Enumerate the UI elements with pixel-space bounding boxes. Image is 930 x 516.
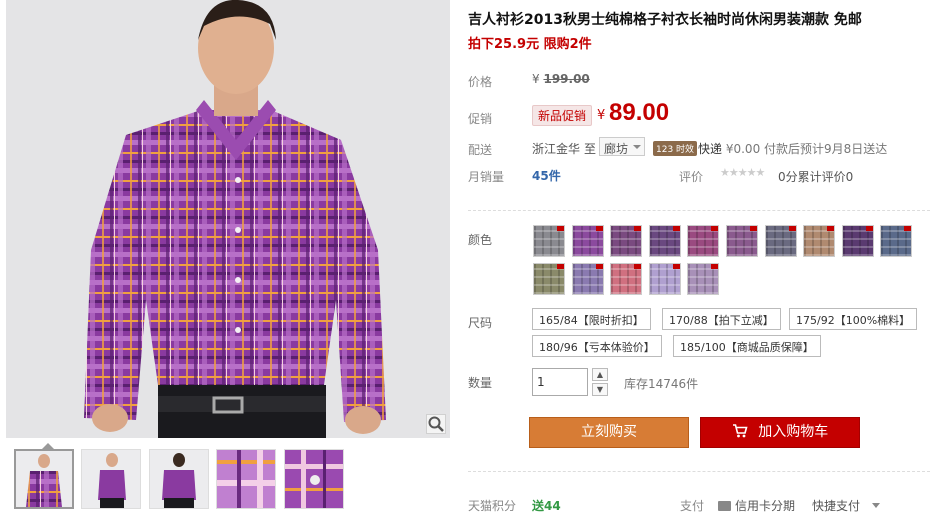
- points-text: 送44: [532, 499, 561, 513]
- buy-now-button[interactable]: 立刻购买: [529, 417, 689, 448]
- rating-stars-icon: ★★★★★: [720, 166, 765, 179]
- color-swatch-plaid-shirt-violet[interactable]: [648, 225, 681, 257]
- price-label: 价格: [468, 75, 493, 89]
- yen-symbol: ¥: [532, 72, 540, 86]
- thumbnail-collar-detail[interactable]: [216, 449, 276, 509]
- color-swatch-plaid-shirt-lilac[interactable]: [648, 263, 681, 295]
- buy-now-label: 立刻购买: [581, 424, 637, 440]
- color-swatch-plaid-shirt-light-purple[interactable]: [687, 263, 720, 295]
- quick-pay-label: 快捷支付: [812, 499, 861, 513]
- monthly-sales-label: 月销量: [468, 170, 505, 184]
- cart-icon: [732, 420, 748, 449]
- promo-yen-symbol: ¥: [597, 108, 606, 123]
- color-swatch-plaid-shirt-lavender[interactable]: [571, 263, 604, 295]
- quantity-label: 数量: [468, 376, 493, 390]
- promotion-label: 促销: [468, 112, 493, 126]
- shipping-info: 快递 ¥0.00 付款后预计9月8日送达: [698, 140, 887, 157]
- points-label: 天猫积分: [468, 499, 517, 513]
- ship-to-label: 至: [584, 142, 597, 156]
- points-value: 送44: [532, 497, 561, 514]
- monthly-sales-count: 45件: [532, 169, 561, 183]
- size-option[interactable]: 185/100【商城品质保障】: [673, 335, 821, 357]
- product-photo: [6, 0, 450, 438]
- color-label: 颜色: [468, 233, 493, 247]
- new-product-promo-badge: 新品促销: [532, 105, 593, 126]
- product-title: 吉人衬衫2013秋男士纯棉格子衬衣长袖时尚休闲男装潮款 免邮: [468, 12, 862, 28]
- thumbnail-back[interactable]: [149, 449, 209, 509]
- delivery-estimate: 付款后预计9月8日送达: [764, 142, 888, 156]
- thumbnail-side[interactable]: [81, 449, 141, 509]
- quantity-decrease-button[interactable]: ▼: [592, 383, 608, 396]
- size-option[interactable]: 170/88【拍下立减】: [662, 308, 781, 330]
- original-price: ¥ 199.00: [532, 72, 590, 86]
- credit-card-installment[interactable]: 信用卡分期: [718, 497, 795, 514]
- shipping-fee: ¥0.00: [725, 142, 761, 156]
- size-option[interactable]: 165/84【限时折扣】: [532, 308, 651, 330]
- section-divider: [468, 210, 930, 211]
- ship-from-location: 浙江金华: [532, 142, 581, 156]
- chevron-down-icon: [871, 503, 880, 508]
- credit-card-icon: [718, 501, 731, 511]
- color-swatch-plaid-shirt-olive[interactable]: [533, 263, 565, 295]
- stock-count: 库存14746件: [624, 377, 699, 391]
- color-swatch-plaid-shirt-tan[interactable]: [803, 225, 836, 257]
- rating-label: 评价: [679, 170, 704, 184]
- delivery-speed-badge: 123 时效: [653, 141, 698, 156]
- size-label: 尺码: [468, 316, 493, 330]
- shipping-method: 快递: [698, 142, 723, 156]
- payment-label: 支付: [680, 499, 705, 513]
- original-price-value: 199.00: [543, 72, 590, 86]
- color-swatch-plaid-shirt-magenta[interactable]: [687, 225, 720, 257]
- color-swatch-plaid-shirt-pink[interactable]: [610, 263, 643, 295]
- chevron-down-icon: [633, 145, 641, 149]
- color-swatch-plaid-shirt-gray[interactable]: [533, 225, 565, 257]
- destination-value: 廊坊: [604, 142, 629, 156]
- rating-summary-link[interactable]: 0分累计评价0: [778, 168, 853, 185]
- quick-pay[interactable]: 快捷支付: [812, 497, 880, 514]
- zoom-magnifier-icon[interactable]: [426, 414, 446, 434]
- promo-price: 89.00: [609, 99, 670, 126]
- thumbnail-fabric-detail[interactable]: [284, 449, 344, 509]
- size-option[interactable]: 175/92【100%棉料】: [789, 308, 918, 330]
- color-swatch-plaid-shirt-plum[interactable]: [726, 225, 758, 257]
- destination-dropdown[interactable]: 廊坊: [599, 137, 645, 156]
- credit-card-label: 信用卡分期: [735, 499, 796, 513]
- product-main-image[interactable]: [6, 0, 450, 438]
- color-swatch-plaid-shirt-purple-dark[interactable]: [610, 225, 643, 257]
- color-swatch-plaid-shirt-deep-purple[interactable]: [841, 225, 874, 257]
- color-swatch-plaid-shirt-slate[interactable]: [764, 225, 797, 257]
- color-swatch-plaid-shirt-blue[interactable]: [880, 225, 913, 257]
- promo-text: 拍下25.9元 限购2件: [468, 37, 592, 52]
- quantity-increase-button[interactable]: ▲: [592, 368, 608, 381]
- add-to-cart-button[interactable]: 加入购物车: [700, 417, 860, 448]
- color-swatch-plaid-shirt-purple[interactable]: [571, 225, 604, 257]
- section-divider: [468, 471, 930, 472]
- thumbnail-front[interactable]: [14, 449, 74, 509]
- size-option[interactable]: 180/96【亏本体验价】: [532, 335, 662, 357]
- add-to-cart-label: 加入购物车: [758, 424, 829, 440]
- quantity-input[interactable]: [532, 368, 588, 396]
- shipping-label: 配送: [468, 143, 493, 157]
- thumbnail-strip: [6, 443, 450, 516]
